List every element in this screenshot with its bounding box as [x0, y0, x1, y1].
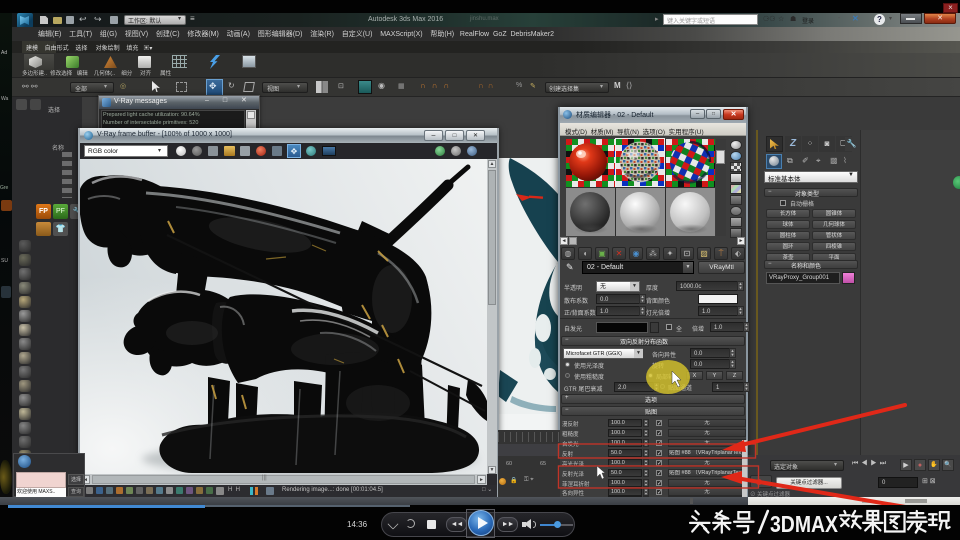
svg-text:3DMAX: 3DMAX — [770, 511, 839, 537]
